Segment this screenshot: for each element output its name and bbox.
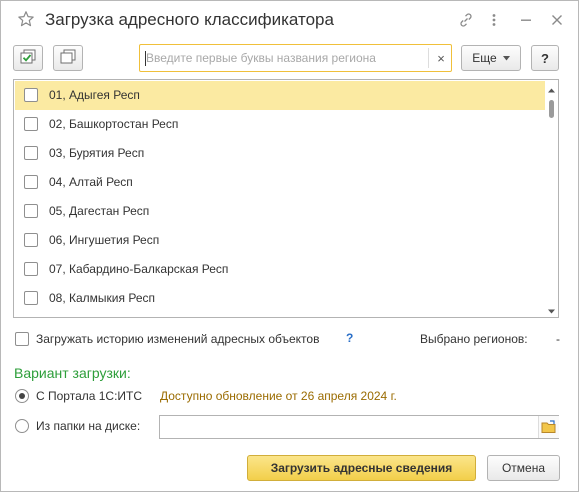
portal-radio-label[interactable]: С Портала 1С:ИТС (36, 389, 142, 403)
scroll-down-arrow-icon[interactable] (547, 305, 556, 314)
region-label: 08, Калмыкия Респ (49, 291, 155, 305)
load-history-label[interactable]: Загружать историю изменений адресных объ… (36, 332, 319, 346)
scroll-up-arrow-icon[interactable] (547, 84, 556, 93)
region-checkbox[interactable] (24, 175, 38, 189)
title-bar: Загрузка адресного классификатора (1, 1, 578, 39)
favorite-star-icon[interactable] (17, 10, 35, 28)
uncheck-all-icon (59, 49, 77, 68)
region-label: 06, Ингушетия Респ (49, 233, 160, 247)
list-item[interactable]: 05, Дагестан Респ (15, 197, 545, 226)
region-checkbox[interactable] (24, 88, 38, 102)
region-checkbox[interactable] (24, 233, 38, 247)
list-scrollbar[interactable] (545, 80, 558, 317)
region-search-field[interactable]: × (139, 44, 452, 72)
search-separator (428, 48, 429, 68)
region-label: 04, Алтай Респ (49, 175, 133, 189)
list-item[interactable]: 03, Бурятия Респ (15, 139, 545, 168)
window-title: Загрузка адресного классификатора (45, 10, 334, 29)
load-variant-title: Вариант загрузки: (14, 365, 131, 381)
cancel-button[interactable]: Отмена (487, 455, 560, 481)
close-icon[interactable] (548, 11, 566, 29)
more-button[interactable]: Еще (461, 45, 521, 71)
list-item[interactable]: 07, Кабардино-Балкарская Респ (15, 255, 545, 284)
folder-radio[interactable] (15, 419, 29, 433)
folder-radio-label[interactable]: Из папки на диске: (36, 419, 140, 433)
region-checkbox[interactable] (24, 117, 38, 131)
region-label: 01, Адыгея Респ (49, 88, 140, 102)
folder-path-input[interactable] (164, 419, 534, 435)
minimize-icon[interactable] (517, 11, 535, 29)
help-button-label: ? (541, 50, 549, 66)
region-label: 03, Бурятия Респ (49, 146, 145, 160)
region-label: 05, Дагестан Респ (49, 204, 150, 218)
selected-regions-label: Выбрано регионов: (420, 332, 528, 346)
load-address-data-button[interactable]: Загрузить адресные сведения (247, 455, 476, 481)
check-all-icon (19, 49, 37, 68)
portal-radio[interactable] (15, 389, 29, 403)
region-checkbox[interactable] (24, 146, 38, 160)
regions-list[interactable]: 01, Адыгея Респ 02, Башкортостан Респ 03… (13, 79, 559, 318)
region-label: 07, Кабардино-Балкарская Респ (49, 262, 229, 276)
cancel-button-label: Отмена (501, 461, 546, 475)
list-item[interactable]: 04, Алтай Респ (15, 168, 545, 197)
more-vertical-icon[interactable] (485, 11, 503, 29)
update-available-notice: Доступно обновление от 26 апреля 2024 г. (160, 389, 397, 403)
clear-search-icon[interactable]: × (432, 48, 450, 68)
dropdown-arrow-icon (502, 55, 510, 61)
history-help-link[interactable]: ? (346, 331, 353, 345)
folder-path-field[interactable] (159, 415, 559, 439)
region-checkbox[interactable] (24, 204, 38, 218)
list-item[interactable]: 08, Калмыкия Респ (15, 284, 545, 313)
region-search-input[interactable] (146, 49, 426, 67)
check-all-button[interactable] (13, 45, 43, 71)
list-item[interactable]: 02, Башкортостан Респ (15, 110, 545, 139)
help-button[interactable]: ? (531, 45, 559, 71)
list-item[interactable]: 06, Ингушетия Респ (15, 226, 545, 255)
region-checkbox[interactable] (24, 262, 38, 276)
selected-regions-value: - (556, 332, 560, 346)
uncheck-all-button[interactable] (53, 45, 83, 71)
load-button-label: Загрузить адресные сведения (270, 461, 453, 475)
address-classifier-dialog: Загрузка адресного классификатора × Еще (0, 0, 579, 492)
link-icon[interactable] (457, 11, 475, 29)
scrollbar-thumb[interactable] (549, 100, 554, 118)
load-history-checkbox[interactable] (15, 332, 29, 346)
open-folder-icon[interactable] (538, 416, 559, 438)
region-label: 02, Башкортостан Респ (49, 117, 179, 131)
list-item[interactable]: 01, Адыгея Респ (15, 81, 545, 110)
region-checkbox[interactable] (24, 291, 38, 305)
more-button-label: Еще (472, 51, 497, 65)
